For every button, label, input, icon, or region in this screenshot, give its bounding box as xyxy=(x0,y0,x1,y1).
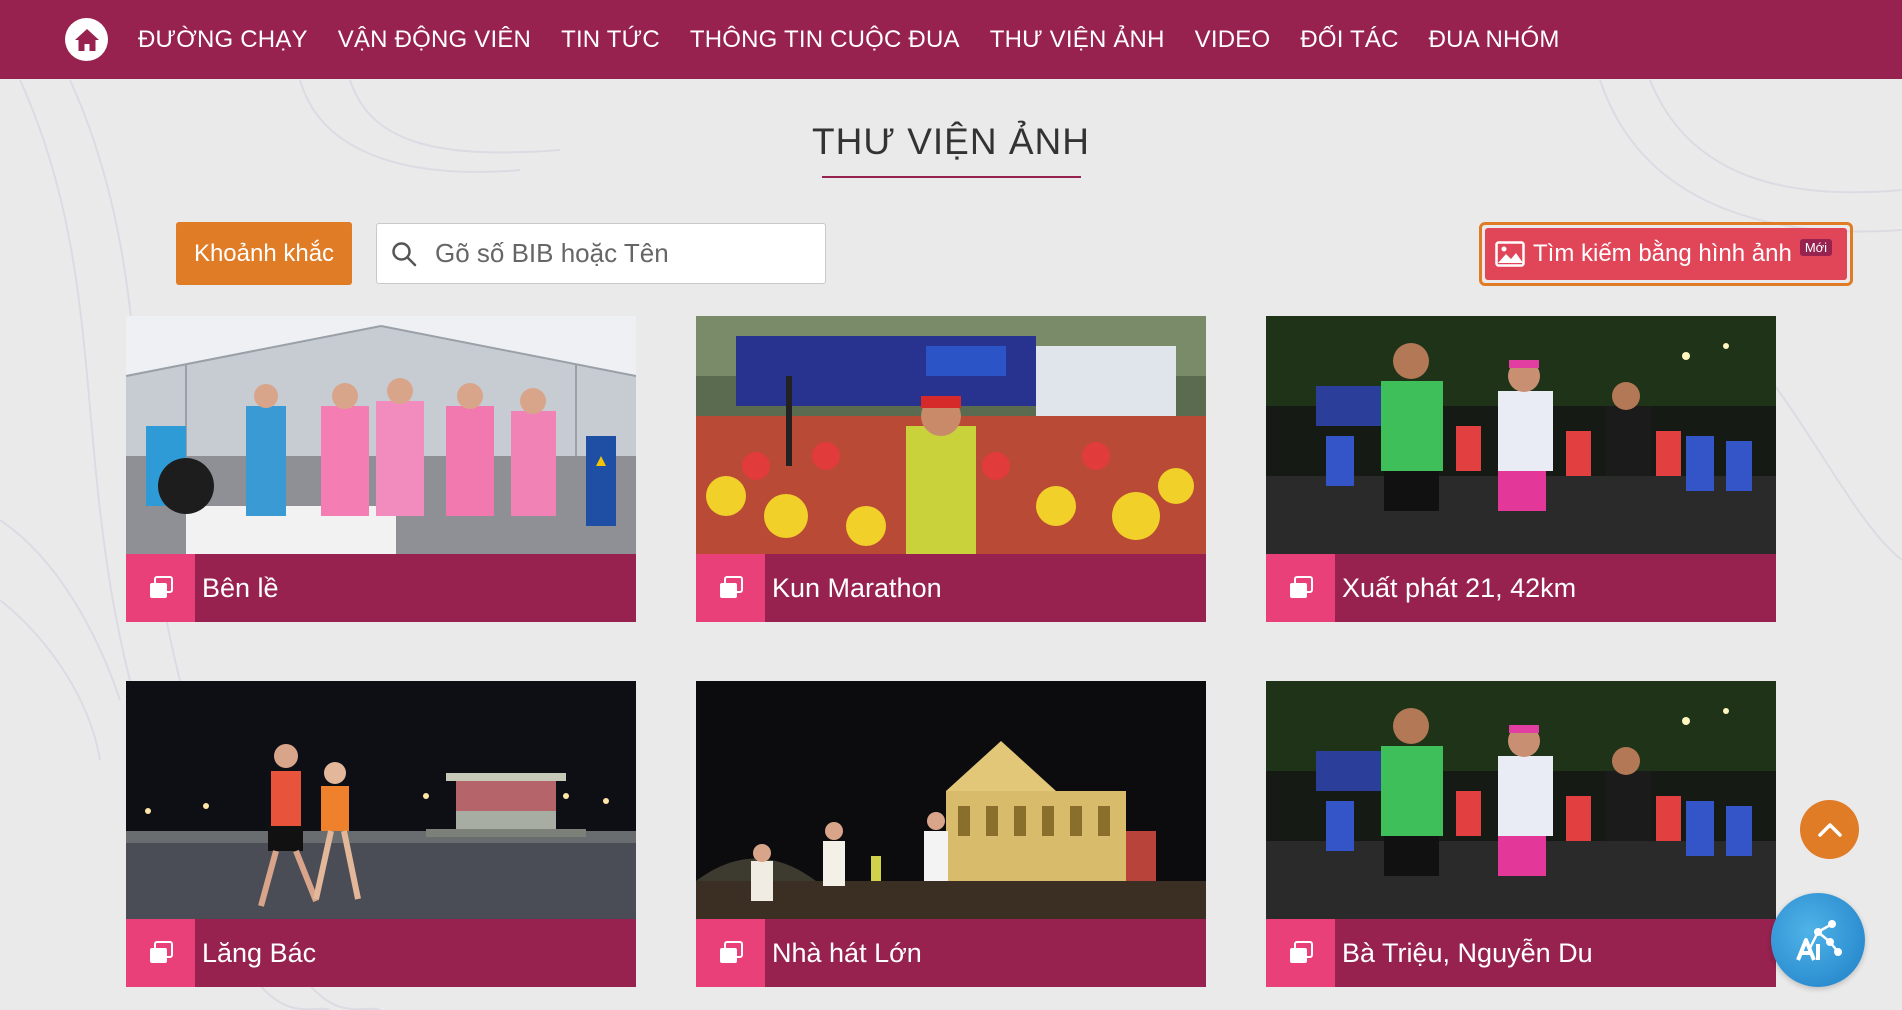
album-card[interactable]: Lăng Bác xyxy=(126,681,636,987)
moments-button[interactable]: Khoảnh khắc xyxy=(176,222,352,285)
gallery-icon xyxy=(1266,919,1335,987)
scroll-to-top-button[interactable] xyxy=(1800,800,1859,859)
album-card[interactable]: Nhà hát Lớn xyxy=(696,681,1206,987)
gallery-icon xyxy=(126,554,195,622)
nav-item-doi-tac[interactable]: ĐỐI TÁC xyxy=(1300,26,1398,54)
album-title: Bà Triệu, Nguyễn Du xyxy=(1342,937,1593,968)
ai-assistant-button[interactable] xyxy=(1771,893,1865,987)
album-title: Lăng Bác xyxy=(202,937,317,968)
album-title-bar: Bên lề xyxy=(126,554,636,622)
home-button[interactable] xyxy=(65,18,108,61)
gallery-icon xyxy=(1266,554,1335,622)
image-search-button[interactable]: Tìm kiếm bằng hình ảnh Mới xyxy=(1479,222,1853,286)
nav-item-tin-tuc[interactable]: TIN TỨC xyxy=(561,26,660,54)
album-photo xyxy=(126,681,636,919)
new-badge: Mới xyxy=(1799,238,1833,256)
search-icon xyxy=(391,239,421,269)
gallery-icon xyxy=(696,554,765,622)
album-title-bar: Xuất phát 21, 42km xyxy=(1266,554,1776,622)
album-card[interactable]: Bà Triệu, Nguyễn Du xyxy=(1266,681,1776,987)
nav-item-van-dong-vien[interactable]: VẬN ĐỘNG VIÊN xyxy=(338,26,531,54)
album-photo xyxy=(1266,316,1776,554)
page-title: THƯ VIỆN ẢNH xyxy=(812,121,1090,162)
album-title: Kun Marathon xyxy=(772,572,942,603)
gallery-icon xyxy=(126,919,195,987)
album-title: Nhà hát Lớn xyxy=(772,937,922,968)
nav-menu: ĐƯỜNG CHẠY VẬN ĐỘNG VIÊN TIN TỨC THÔNG T… xyxy=(138,0,1590,79)
chevron-up-icon xyxy=(1817,822,1842,837)
album-card[interactable]: Bên lề xyxy=(126,316,636,622)
image-search-label: Tìm kiếm bằng hình ảnh xyxy=(1533,240,1792,267)
home-icon xyxy=(74,28,99,51)
nav-item-thu-vien-anh[interactable]: THƯ VIỆN ẢNH xyxy=(990,26,1165,54)
album-title-bar: Lăng Bác xyxy=(126,919,636,987)
album-card[interactable]: Kun Marathon xyxy=(696,316,1206,622)
nav-item-thong-tin-cuoc-dua[interactable]: THÔNG TIN CUỘC ĐUA xyxy=(690,26,960,54)
album-photo xyxy=(696,681,1206,919)
ai-assistant-icon xyxy=(1796,920,1842,961)
nav-item-dua-nhom[interactable]: ĐUA NHÓM xyxy=(1429,26,1560,54)
picture-icon xyxy=(1495,241,1525,267)
album-title-bar: Kun Marathon xyxy=(696,554,1206,622)
album-title: Xuất phát 21, 42km xyxy=(1342,572,1577,603)
album-card[interactable]: Xuất phát 21, 42km xyxy=(1266,316,1776,622)
nav-item-duong-chay[interactable]: ĐƯỜNG CHẠY xyxy=(138,26,308,54)
nav-item-video[interactable]: VIDEO xyxy=(1195,26,1271,54)
gallery-icon xyxy=(696,919,765,987)
album-title-bar: Bà Triệu, Nguyễn Du xyxy=(1266,919,1776,987)
search-input[interactable] xyxy=(435,224,825,283)
top-navbar: ĐƯỜNG CHẠY VẬN ĐỘNG VIÊN TIN TỨC THÔNG T… xyxy=(0,0,1902,79)
image-search-button-inner: Tìm kiếm bằng hình ảnh Mới xyxy=(1485,228,1847,280)
album-photo xyxy=(1266,681,1776,919)
album-photo xyxy=(696,316,1206,554)
album-photo xyxy=(126,316,636,554)
search-box xyxy=(376,223,826,284)
album-title-bar: Nhà hát Lớn xyxy=(696,919,1206,987)
album-title: Bên lề xyxy=(202,572,279,603)
title-underline xyxy=(822,176,1081,178)
